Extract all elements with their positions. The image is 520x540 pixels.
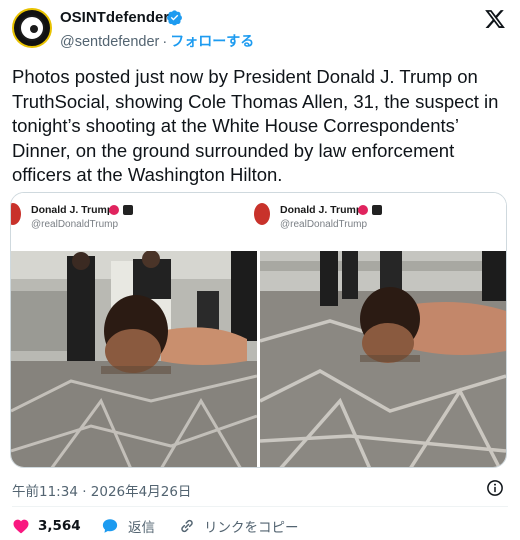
- copy-link-label: リンクをコピー: [204, 520, 299, 536]
- poster-avatar: [254, 203, 270, 225]
- affiliate-badge-icon: [123, 205, 133, 215]
- copy-link-button[interactable]: リンクをコピー: [178, 516, 299, 536]
- affiliate-badge-icon: [372, 205, 382, 215]
- reply-bubble-icon: [102, 519, 118, 533]
- media-image-2[interactable]: Donald J. Trump @realDonaldTrump: [254, 193, 506, 467]
- link-icon: [181, 519, 193, 533]
- verified-badge-icon: [109, 205, 119, 215]
- reply-label: 返信: [128, 520, 155, 536]
- like-count: 3,564: [38, 518, 81, 534]
- divider: [12, 506, 508, 507]
- separator-dot: ·: [162, 34, 168, 50]
- author-name[interactable]: OSINTdefender: [60, 9, 169, 26]
- truthsocial-post-header: Donald J. Trump @realDonaldTrump: [254, 193, 506, 251]
- arrest-photo-2: [260, 251, 506, 467]
- poster-avatar: [11, 203, 21, 225]
- reply-button[interactable]: 返信: [100, 516, 155, 536]
- author-avatar[interactable]: [12, 8, 52, 48]
- x-logo-icon[interactable]: [484, 8, 506, 30]
- tweet-header: OSINTdefender @sentdefender · フォローする: [0, 0, 520, 56]
- arrest-photo-1: [11, 251, 257, 467]
- poster-handle: @realDonaldTrump: [280, 219, 368, 230]
- eye-logo-icon: [19, 15, 45, 41]
- heart-icon: [13, 519, 29, 534]
- tweet-media[interactable]: Donald J. Trump @realDonaldTrump Donald …: [10, 192, 507, 468]
- verified-badge-icon: [167, 10, 182, 26]
- poster-handle: @realDonaldTrump: [31, 219, 119, 230]
- tweet-timestamp[interactable]: 午前11:34 · 2026年4月26日: [12, 480, 191, 500]
- like-button[interactable]: 3,564: [12, 516, 81, 536]
- author-handle-row: @sentdefender · フォローする: [60, 31, 254, 51]
- poster-name: Donald J. Trump: [31, 204, 114, 216]
- media-image-1[interactable]: Donald J. Trump @realDonaldTrump: [11, 193, 257, 467]
- poster-name: Donald J. Trump: [280, 204, 363, 216]
- tweet-actions: 3,564 返信 リンクをコピー: [0, 512, 520, 540]
- author-handle[interactable]: @sentdefender: [60, 34, 159, 50]
- follow-button[interactable]: フォローする: [170, 34, 254, 50]
- tweet-text: Photos posted just now by President Dona…: [12, 66, 499, 185]
- truthsocial-post-header: Donald J. Trump @realDonaldTrump: [11, 193, 257, 251]
- verified-badge-icon: [358, 205, 368, 215]
- info-icon[interactable]: [486, 479, 504, 497]
